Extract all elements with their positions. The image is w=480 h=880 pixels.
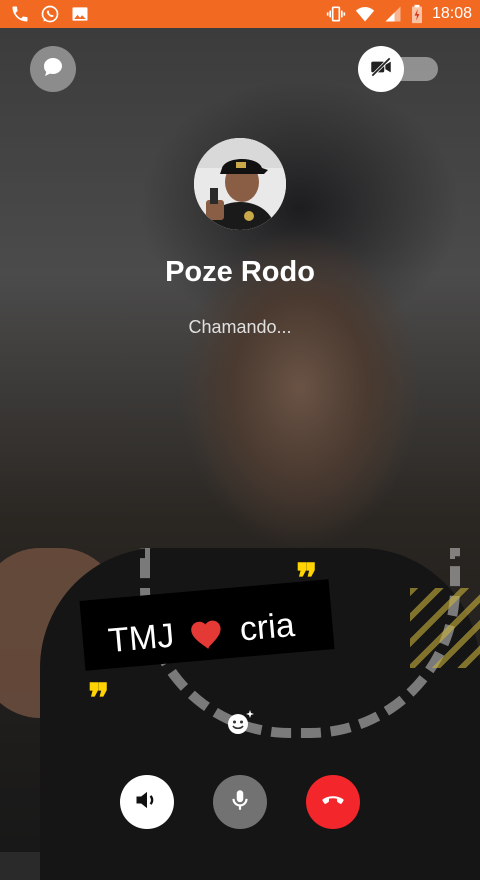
whatsapp-icon [40, 4, 60, 24]
end-call-button[interactable] [306, 775, 360, 829]
chat-icon [41, 55, 65, 84]
quote-mark-bottom: ❞ [88, 677, 110, 721]
microphone-icon [227, 787, 253, 818]
phone-icon [10, 4, 30, 24]
mute-button[interactable] [213, 775, 267, 829]
speaker-icon [133, 786, 161, 819]
chat-button[interactable] [30, 46, 76, 92]
effects-button[interactable] [226, 708, 256, 738]
status-time: 18:08 [431, 5, 472, 22]
end-call-icon [318, 785, 348, 820]
image-icon [70, 4, 90, 24]
video-off-icon [368, 54, 394, 85]
wifi-icon [354, 4, 376, 24]
status-bar: 18:08 [0, 0, 480, 28]
smiley-sparkle-icon [226, 710, 256, 742]
speaker-button[interactable] [120, 775, 174, 829]
caller-avatar [194, 138, 286, 230]
sticker-text-right: cria [238, 605, 297, 649]
caller-name: Poze Rodo [165, 256, 315, 288]
heart-icon [187, 614, 228, 651]
toggle-knob [358, 46, 404, 92]
battery-charging-icon [410, 4, 424, 24]
background-stripe [410, 588, 480, 668]
call-status: Chamando... [188, 317, 292, 337]
signal-icon [384, 4, 402, 24]
sticker-text-left: TMJ [106, 616, 176, 661]
video-toggle[interactable] [358, 46, 440, 92]
vibrate-icon [326, 4, 346, 24]
